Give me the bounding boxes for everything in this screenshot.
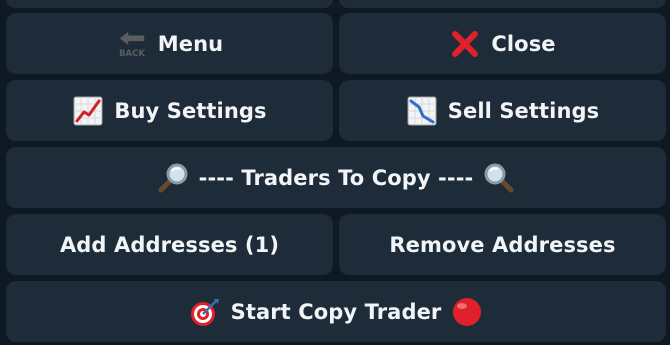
buy-settings-button[interactable]: Buy Settings [6, 80, 333, 141]
remove-addresses-button[interactable]: Remove Addresses [339, 214, 666, 275]
svg-text:BACK: BACK [119, 48, 145, 58]
chart-increasing-icon [72, 95, 104, 127]
add-addresses-label: Add Addresses (1) [59, 232, 280, 257]
start-copy-trader-label: Start Copy Trader [230, 299, 442, 324]
remove-addresses-label: Remove Addresses [389, 232, 616, 257]
traders-to-copy-button[interactable]: ---- Traders To Copy ---- [6, 147, 666, 208]
sell-settings-button[interactable]: Sell Settings [339, 80, 666, 141]
chart-decreasing-icon [406, 95, 438, 127]
add-addresses-button[interactable]: Add Addresses (1) [6, 214, 333, 275]
close-button-label: Close [491, 31, 556, 56]
back-arrow-icon: BACK [116, 28, 148, 60]
start-copy-trader-button[interactable]: Start Copy Trader [6, 281, 666, 342]
red-circle-icon [451, 296, 483, 328]
magnifier-left-icon [157, 162, 189, 194]
partial-top-button-left[interactable] [6, 0, 333, 8]
magnifier-right-icon [483, 162, 515, 194]
partial-top-button-right[interactable] [339, 0, 666, 8]
menu-button-label: Menu [157, 31, 224, 56]
red-x-icon [449, 28, 481, 60]
buy-settings-label: Buy Settings [114, 98, 267, 123]
close-button[interactable]: Close [339, 13, 666, 74]
menu-button[interactable]: BACK Menu [6, 13, 333, 74]
traders-to-copy-label: ---- Traders To Copy ---- [198, 165, 474, 190]
sell-settings-label: Sell Settings [447, 98, 600, 123]
direct-hit-target-icon [189, 296, 221, 328]
